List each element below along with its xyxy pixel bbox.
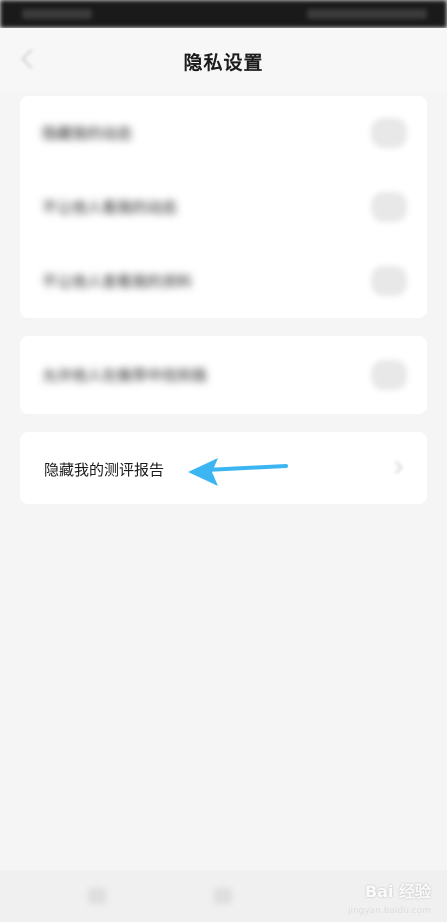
status-bar: [0, 0, 447, 28]
status-bar-time: [22, 9, 92, 19]
nav-back-icon[interactable]: [88, 888, 106, 904]
watermark-url: jingyan.baidu.com: [347, 906, 431, 916]
status-bar-icons: [307, 9, 427, 19]
arrow-left-icon: [188, 458, 288, 486]
setting-label: 隐藏我的动态: [42, 124, 133, 143]
setting-row[interactable]: 不让他人看我的动态: [20, 170, 427, 244]
setting-row[interactable]: 不让他人查看我的资料: [20, 244, 427, 318]
page-title: 隐私设置: [183, 52, 264, 74]
setting-label: 允许他人在推荐中找到我: [42, 366, 208, 385]
setting-row[interactable]: 隐藏我的动态: [20, 96, 427, 170]
toggle-icon[interactable]: [371, 266, 407, 296]
header: 隐私设置: [0, 28, 447, 92]
chevron-right-icon: [390, 461, 403, 474]
setting-label: 不让他人看我的动态: [42, 198, 178, 217]
toggle-icon[interactable]: [371, 192, 407, 222]
setting-row[interactable]: 允许他人在推荐中找到我: [20, 338, 427, 412]
settings-group-2: 允许他人在推荐中找到我: [20, 336, 427, 414]
hide-report-label: 隐藏我的测评报告: [44, 461, 165, 479]
toggle-icon[interactable]: [371, 118, 407, 148]
setting-label: 不让他人查看我的资料: [42, 272, 193, 291]
nav-home-icon[interactable]: [214, 888, 232, 904]
settings-group-1: 隐藏我的动态 不让他人看我的动态 不让他人查看我的资料: [20, 96, 427, 318]
watermark-logo: Bai 经验: [364, 882, 431, 901]
toggle-icon[interactable]: [371, 360, 407, 390]
